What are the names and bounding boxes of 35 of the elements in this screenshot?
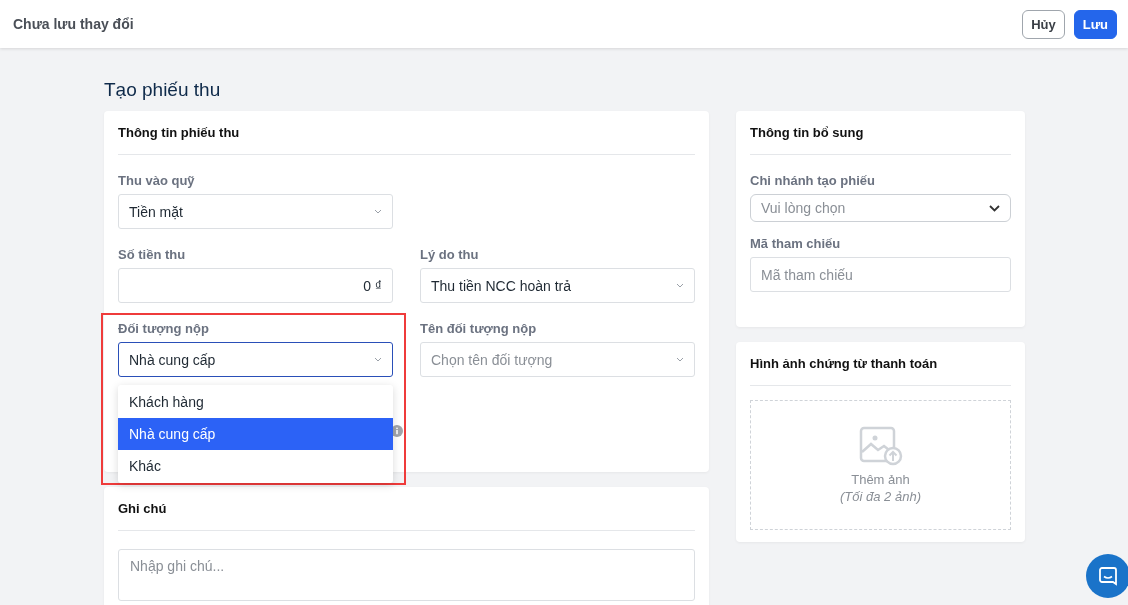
image-upload-icon xyxy=(858,426,903,466)
page-title: Tạo phiếu thu xyxy=(104,78,222,102)
card-title: Hình ảnh chứng từ thanh toán xyxy=(750,356,939,371)
chevron-icon xyxy=(989,204,1000,212)
field-label: Chi nhánh tạo phiếu xyxy=(750,173,876,188)
chevron-icon xyxy=(676,283,684,288)
chevron-icon xyxy=(374,209,382,214)
field-label: Thu vào quỹ xyxy=(118,173,196,188)
card-title: Ghi chú xyxy=(118,501,168,516)
field-label: Mã tham chiếu xyxy=(750,236,842,251)
cancel-button[interactable]: Hủy xyxy=(1022,9,1065,39)
unsaved-changes-title: Chưa lưu thay đổi xyxy=(13,16,134,32)
fund-select[interactable]: Tiền mặt xyxy=(118,194,393,229)
chat-icon xyxy=(1098,566,1118,586)
chevron-icon xyxy=(374,357,382,362)
amount-input[interactable]: 0 ₫ xyxy=(118,268,393,303)
field-label: Tên đối tượng nộp xyxy=(420,321,538,336)
upload-hint: (Tối đa 2 ảnh) xyxy=(840,489,921,504)
dropdown-option[interactable]: Khách hàng xyxy=(118,386,393,418)
dropdown-option[interactable]: Nhà cung cấp xyxy=(118,418,393,450)
card-title: Thông tin phiếu thu xyxy=(118,125,241,140)
card-title: Thông tin bổ sung xyxy=(750,125,865,140)
reason-select[interactable]: Thu tiền NCC hoàn trả xyxy=(420,268,695,303)
upload-label: Thêm ảnh xyxy=(851,472,910,487)
note-input[interactable]: Nhập ghi chú... xyxy=(118,549,695,601)
image-upload-area[interactable]: Thêm ảnh (Tối đa 2 ảnh) xyxy=(750,400,1011,530)
chat-button[interactable] xyxy=(1086,554,1128,598)
field-label: Đối tượng nộp xyxy=(118,321,210,336)
reference-input[interactable]: Mã tham chiếu xyxy=(750,257,1011,292)
dropdown-option[interactable]: Khác xyxy=(118,450,393,482)
field-label: Lý do thu xyxy=(420,247,480,262)
save-button[interactable]: Lưu xyxy=(1073,9,1117,39)
payer-type-select[interactable]: Nhà cung cấp xyxy=(118,342,393,377)
field-label: Số tiền thu xyxy=(118,247,187,262)
chevron-icon xyxy=(676,357,684,362)
